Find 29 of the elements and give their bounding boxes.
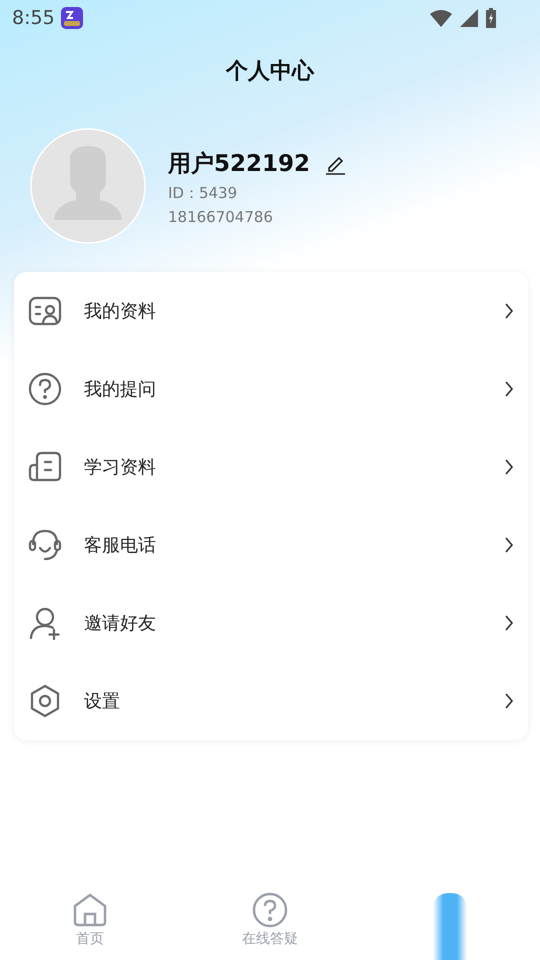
- signal-icon: [460, 9, 478, 27]
- question-icon: [28, 372, 62, 406]
- menu-item[interactable]: 客服电话: [14, 506, 528, 584]
- settings-icon: [28, 684, 62, 718]
- status-time: 8:55: [12, 7, 55, 29]
- chevron-icon: [504, 458, 514, 476]
- menu-item[interactable]: 我的提问: [14, 350, 528, 428]
- menu-item[interactable]: 学习资料: [14, 428, 528, 506]
- headset-icon: [28, 528, 62, 562]
- menu-item[interactable]: 我的资料: [14, 272, 528, 350]
- id-card-icon: [28, 294, 62, 328]
- chevron-icon: [504, 536, 514, 554]
- chevron-icon: [504, 692, 514, 710]
- home-icon: [72, 892, 108, 928]
- chevron-icon: [504, 302, 514, 320]
- document-icon: [28, 450, 62, 484]
- page-title: 个人中心: [224, 58, 316, 86]
- battery-icon: [486, 8, 496, 28]
- add-user-icon: [28, 606, 62, 640]
- user-id: ID：5439: [168, 184, 238, 203]
- question-icon: [252, 892, 288, 928]
- menu-item[interactable]: 邀请好友: [14, 584, 528, 662]
- chevron-icon: [504, 380, 514, 398]
- wifi-icon: [430, 9, 452, 27]
- phone-number: 18166704786: [168, 208, 274, 226]
- menu-item[interactable]: 设置: [14, 662, 528, 740]
- app-icon: [60, 7, 83, 29]
- chevron-icon: [504, 614, 514, 632]
- user-name: 用户522192: [168, 150, 310, 179]
